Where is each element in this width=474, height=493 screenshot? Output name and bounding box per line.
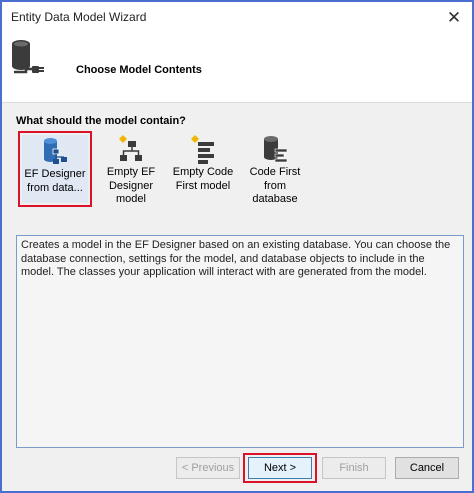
wizard-window: Entity Data Model Wizard ✕ Choose Model … [0, 0, 474, 493]
model-question: What should the model contain? [16, 115, 186, 127]
option-empty-code-first-model[interactable]: Empty Code First model [166, 131, 240, 207]
next-button[interactable]: Next > [248, 457, 312, 479]
option-code-first-from-database[interactable]: Code First from database [238, 131, 312, 207]
database-plug-icon [12, 40, 44, 74]
option-label: Empty EF Designer model [106, 166, 156, 205]
option-label: EF Designer from data... [24, 168, 86, 194]
button-bar: < Previous Next > Finish Cancel [2, 453, 472, 483]
empty-ef-designer-icon [119, 135, 142, 161]
option-description: Creates a model in the EF Designer based… [16, 235, 464, 448]
empty-code-first-icon [191, 135, 214, 164]
option-empty-ef-designer-model[interactable]: Empty EF Designer model [94, 131, 168, 207]
ef-designer-database-icon [44, 138, 67, 164]
window-title: Entity Data Model Wizard [11, 10, 147, 24]
previous-button[interactable]: < Previous [176, 457, 240, 479]
wizard-header: Choose Model Contents [2, 34, 472, 100]
close-icon[interactable]: ✕ [444, 8, 464, 28]
wizard-content: What should the model contain? EF Design… [2, 102, 472, 491]
option-ef-designer-from-database[interactable]: EF Designer from data... [18, 131, 92, 207]
title-bar: Entity Data Model Wizard ✕ [2, 2, 472, 34]
cancel-button[interactable]: Cancel [395, 457, 459, 479]
model-options-list: EF Designer from data... Empty EF Designer… [14, 131, 466, 207]
option-label: Empty Code First model [172, 166, 234, 192]
code-first-database-icon [264, 136, 288, 163]
finish-button[interactable]: Finish [322, 457, 386, 479]
option-label: Code First from database [249, 166, 301, 205]
page-title: Choose Model Contents [76, 64, 202, 76]
